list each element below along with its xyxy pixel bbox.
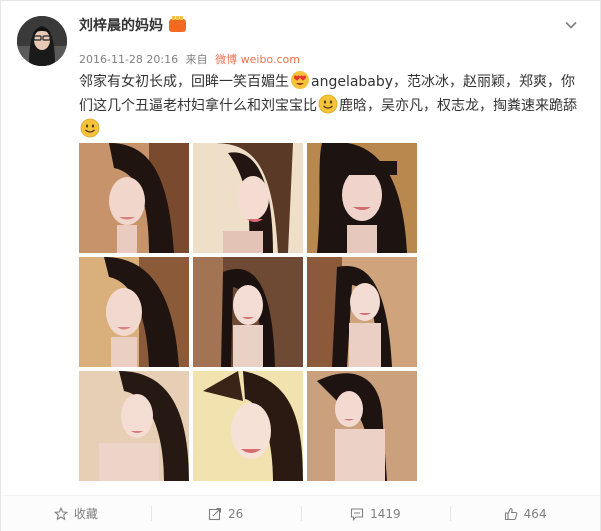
- photo-thumbnail[interactable]: [79, 143, 189, 253]
- chevron-down-icon[interactable]: [564, 17, 578, 31]
- comment-count: 1419: [370, 506, 401, 521]
- vip-badge-icon: [169, 15, 186, 32]
- timestamp[interactable]: 2016-11-28 20:16: [79, 53, 178, 66]
- like-count: 464: [523, 506, 547, 521]
- username[interactable]: 刘梓晨的妈妈: [79, 15, 186, 35]
- love-eyes-emoji-icon: [290, 70, 310, 90]
- photo-thumbnail[interactable]: [79, 257, 189, 367]
- avatar[interactable]: [17, 16, 67, 66]
- source-prefix: 来自: [185, 53, 208, 66]
- weibo-post-card: 刘梓晨的妈妈 2016-11-28 20:16 来自 微博 weibo.com …: [0, 0, 601, 531]
- comment-icon: [350, 507, 364, 521]
- star-icon: [53, 506, 68, 521]
- smile-emoji-icon: [80, 118, 100, 138]
- photo-thumbnail[interactable]: [193, 257, 303, 367]
- post-text: 邻家有女初长成，回眸一笑百媚生 angelababy，范冰冰，赵丽颖，郑爽，你们这…: [79, 70, 579, 142]
- username-text[interactable]: 刘梓晨的妈妈: [79, 15, 163, 35]
- photo-thumbnail[interactable]: [193, 371, 303, 481]
- photo-grid: [79, 143, 419, 483]
- photo-thumbnail[interactable]: [307, 143, 417, 253]
- post-meta: 2016-11-28 20:16 来自 微博 weibo.com: [79, 51, 304, 67]
- photo-thumbnail[interactable]: [79, 371, 189, 481]
- post-text-part-3: 鹿晗，吴亦凡，权志龙，掏粪速来跪舔: [339, 98, 577, 114]
- like-button[interactable]: 464: [450, 496, 600, 531]
- action-bar: 收藏 26 1419 464: [1, 495, 600, 531]
- smile-emoji-icon: [318, 94, 338, 114]
- photo-thumbnail[interactable]: [193, 143, 303, 253]
- favorite-label: 收藏: [73, 507, 98, 521]
- comment-button[interactable]: 1419: [300, 496, 451, 531]
- avatar-image: [17, 16, 67, 66]
- repost-count: 26: [227, 506, 244, 521]
- photo-thumbnail[interactable]: [307, 371, 417, 481]
- thumbs-up-icon: [504, 507, 518, 521]
- source-client[interactable]: 微博 weibo.com: [215, 53, 300, 66]
- post-text-part-1: 邻家有女初长成，回眸一笑百媚生: [79, 74, 289, 90]
- repost-icon: [208, 507, 222, 521]
- repost-button[interactable]: 26: [150, 496, 301, 531]
- photo-thumbnail[interactable]: [307, 257, 417, 367]
- favorite-button[interactable]: 收藏: [1, 496, 151, 531]
